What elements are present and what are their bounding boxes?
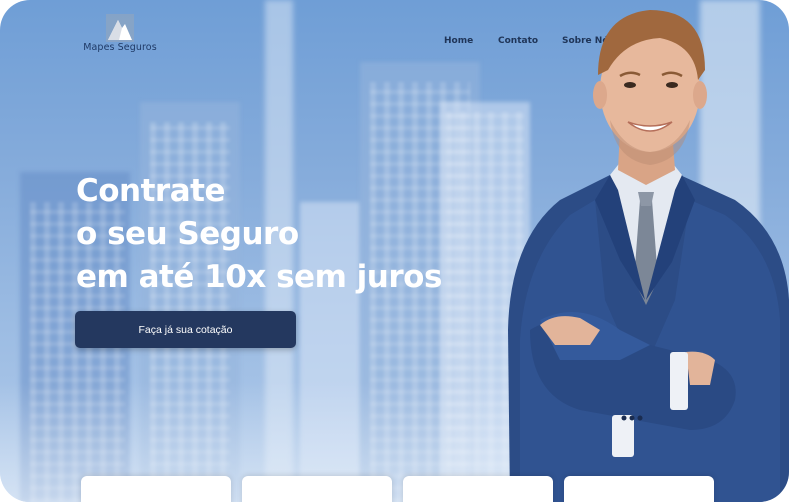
logo[interactable]: Mapes Seguros (80, 14, 160, 53)
quote-cta-button[interactable]: Faça já sua cotação (75, 311, 296, 348)
page-frame: Mapes Seguros Home Contato Sobre Nós Con… (0, 0, 789, 502)
feature-card-1[interactable] (81, 476, 231, 502)
headline-line-1: Contrate (76, 173, 225, 209)
mountain-logo-icon (106, 14, 134, 42)
nav-home-link[interactable]: Home (444, 36, 473, 46)
headline-line-2: o seu Seguro (76, 216, 299, 252)
hero-headline: Contrate o seu Seguro em até 10x sem jur… (76, 170, 442, 299)
feature-card-2[interactable] (242, 476, 392, 502)
feature-card-3[interactable] (403, 476, 553, 502)
feature-card-4[interactable] (564, 476, 714, 502)
logo-text: Mapes Seguros (83, 42, 157, 53)
headline-line-3: em até 10x sem juros (76, 259, 442, 295)
businessman-image (508, 10, 789, 502)
